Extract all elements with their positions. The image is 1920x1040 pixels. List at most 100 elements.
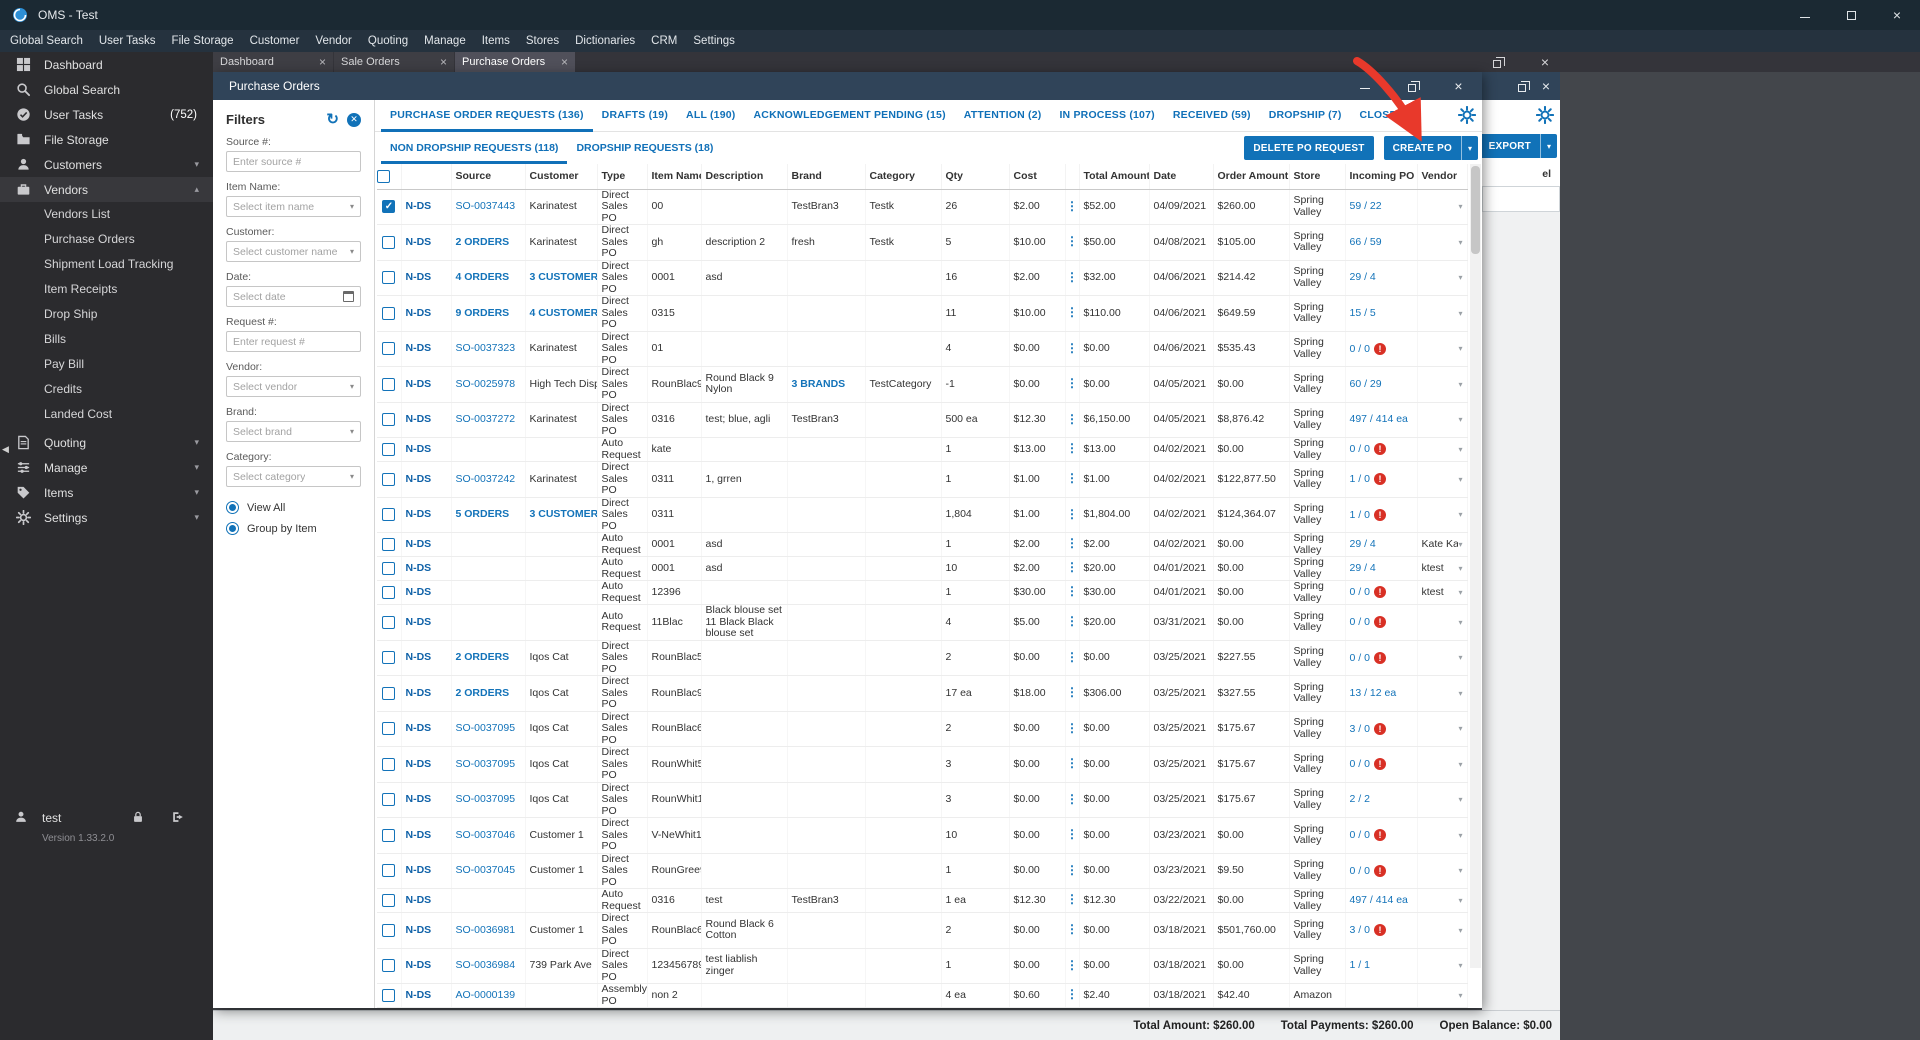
table-row[interactable]: N-DS SO-0037095 Iqos Cat Direct Sales PO Rou… bbox=[377, 746, 1468, 783]
row-checkbox[interactable] bbox=[382, 722, 396, 736]
sidebar-item-drop-ship[interactable]: Drop Ship bbox=[0, 302, 213, 327]
row-menu-icon[interactable]: ⋮ bbox=[1066, 199, 1078, 213]
vendor-select[interactable]: ▾ bbox=[1422, 617, 1462, 629]
vendor-select[interactable]: ▾ bbox=[1422, 201, 1462, 213]
cell-incoming[interactable]: 2 / 2 bbox=[1345, 782, 1418, 818]
cell-incoming[interactable]: 29 / 4 bbox=[1345, 532, 1418, 557]
cell-incoming[interactable]: 29 / 4 bbox=[1345, 556, 1418, 581]
table-row[interactable]: N-DS 5 ORDERS 3 CUSTOMERSDirect Sales PO03… bbox=[377, 497, 1468, 533]
table-row[interactable]: N-DS SO-0037095 Iqos Cat Direct Sales PO Rou… bbox=[377, 711, 1468, 747]
cell-dots[interactable]: ⋮ bbox=[1065, 461, 1080, 498]
row-menu-icon[interactable]: ⋮ bbox=[1066, 958, 1078, 972]
table-row[interactable]: N-DS 2 ORDERS Iqos Cat Direct Sales PO RounB… bbox=[377, 640, 1468, 676]
table-row[interactable]: N-DS Auto Request 12396 1 $30.00 ⋮ $30.00 04/01… bbox=[377, 580, 1468, 605]
cell-source[interactable]: SO-0037242 bbox=[451, 461, 526, 498]
row-menu-icon[interactable]: ⋮ bbox=[1066, 412, 1078, 426]
cell-vendor[interactable]: ▾ bbox=[1417, 948, 1468, 984]
sidebar-item-credits[interactable]: Credits bbox=[0, 377, 213, 402]
source-link[interactable]: SO-0025978 bbox=[456, 378, 516, 390]
cell-cb[interactable] bbox=[377, 746, 402, 783]
table-row[interactable]: N-DS SO-0037095 Iqos Cat Direct Sales PO Rou… bbox=[377, 782, 1468, 818]
cell-dots[interactable]: ⋮ bbox=[1065, 402, 1080, 438]
clear-filters-icon[interactable]: ✕ bbox=[347, 112, 361, 127]
row-checkbox[interactable] bbox=[382, 828, 396, 842]
incoming-po-link[interactable]: 0 / 0 bbox=[1350, 651, 1370, 664]
cell-incoming[interactable]: 0 / 0! bbox=[1345, 331, 1418, 367]
cell-vendor[interactable]: ▾ bbox=[1417, 497, 1468, 533]
window-maximize-button[interactable] bbox=[1388, 72, 1435, 100]
cell-cb[interactable] bbox=[377, 604, 402, 641]
delete-po-request-button[interactable]: DELETE PO REQUEST bbox=[1244, 136, 1374, 160]
sidebar-item-vendors-list[interactable]: Vendors List bbox=[0, 202, 213, 227]
incoming-po-link[interactable]: 2 / 2 bbox=[1350, 793, 1370, 805]
sidebar-item-purchase-orders[interactable]: Purchase Orders bbox=[0, 227, 213, 252]
row-menu-icon[interactable]: ⋮ bbox=[1066, 507, 1078, 521]
cell-vendor[interactable]: ▾ bbox=[1417, 817, 1468, 854]
cell-incoming[interactable]: 0 / 0! bbox=[1345, 817, 1418, 854]
cell-vendor[interactable]: ▾ bbox=[1417, 402, 1468, 438]
create-po-button[interactable]: CREATE PO ▾ bbox=[1383, 136, 1478, 160]
incoming-po-link[interactable]: 0 / 0 bbox=[1350, 864, 1370, 877]
source-link[interactable]: AO-0000139 bbox=[456, 989, 516, 1001]
vendor-select[interactable]: ▾ bbox=[1422, 895, 1462, 907]
source-link[interactable]: 2 ORDERS bbox=[456, 236, 510, 248]
incoming-po-link[interactable]: 0 / 0 bbox=[1350, 616, 1370, 628]
row-menu-icon[interactable]: ⋮ bbox=[1066, 584, 1078, 598]
app-close-button[interactable]: × bbox=[1874, 0, 1920, 30]
row-checkbox[interactable] bbox=[382, 271, 396, 285]
table-row[interactable]: N-DS 4 ORDERS 3 CUSTOMERSDirect Sales PO00… bbox=[377, 260, 1468, 296]
customer-link[interactable]: 3 CUSTOMERS bbox=[530, 508, 597, 520]
source-link[interactable]: 4 ORDERS bbox=[456, 271, 510, 283]
row-checkbox[interactable] bbox=[382, 989, 396, 1002]
table-row[interactable]: N-DS 2 ORDERS Karinatest Direct Sales PO gh d… bbox=[377, 224, 1468, 261]
filter-vendor-input[interactable]: Select vendor ▾ bbox=[226, 376, 361, 397]
row-menu-icon[interactable]: ⋮ bbox=[1066, 614, 1078, 628]
table-row[interactable]: N-DS Auto Request kate 1 $13.00 ⋮ $13.00 04/02/… bbox=[377, 437, 1468, 462]
menu-item-stores[interactable]: Stores bbox=[518, 30, 567, 52]
cell-customer[interactable]: 4 CUSTOMERS bbox=[525, 295, 598, 332]
cell-source[interactable]: SO-0037323 bbox=[451, 331, 526, 367]
cell-dots[interactable]: ⋮ bbox=[1065, 366, 1080, 403]
cell-customer[interactable]: 3 CUSTOMERS bbox=[525, 260, 598, 296]
table-row[interactable]: N-DSSO-0037443KarinatestDirect Sales PO0… bbox=[377, 189, 1468, 225]
vendor-select[interactable]: ▾ bbox=[1422, 272, 1462, 284]
row-checkbox[interactable] bbox=[382, 443, 396, 456]
cell-dots[interactable]: ⋮ bbox=[1065, 912, 1080, 949]
cell-source[interactable]: SO-0037095 bbox=[451, 746, 526, 783]
tab-drafts-19[interactable]: DRAFTS (19) bbox=[593, 109, 677, 132]
row-menu-icon[interactable]: ⋮ bbox=[1066, 376, 1078, 390]
source-link[interactable]: SO-0037095 bbox=[456, 722, 516, 734]
cell-dots[interactable]: ⋮ bbox=[1065, 817, 1080, 854]
incoming-po-link[interactable]: 1 / 1 bbox=[1350, 959, 1370, 971]
vendor-select[interactable]: ▾ bbox=[1422, 308, 1462, 320]
cell-source[interactable]: 4 ORDERS bbox=[451, 260, 526, 296]
sidebar-item-shipment-load-tracking[interactable]: Shipment Load Tracking bbox=[0, 252, 213, 277]
cell-incoming[interactable]: 29 / 4 bbox=[1345, 260, 1418, 296]
cell-cb[interactable] bbox=[377, 331, 402, 367]
incoming-po-link[interactable]: 3 / 0 bbox=[1350, 924, 1370, 936]
vendor-select[interactable]: ▾ bbox=[1422, 723, 1462, 735]
vendor-select[interactable]: ▾ bbox=[1422, 343, 1462, 355]
filter-customer-input[interactable]: Select customer name ▾ bbox=[226, 241, 361, 262]
row-menu-icon[interactable]: ⋮ bbox=[1066, 305, 1078, 319]
incoming-po-link[interactable]: 13 / 12 ea bbox=[1350, 687, 1397, 699]
sidebar-item-quoting[interactable]: Quoting ▾ bbox=[0, 430, 213, 455]
incoming-po-link[interactable]: 1 / 0 bbox=[1350, 473, 1370, 485]
source-link[interactable]: 9 ORDERS bbox=[456, 307, 510, 319]
incoming-po-link[interactable]: 0 / 0 bbox=[1350, 758, 1370, 770]
cell-incoming[interactable]: 59 / 22 bbox=[1345, 189, 1418, 225]
vendor-select[interactable]: Kate Ka ▾ bbox=[1422, 539, 1463, 551]
incoming-po-link[interactable]: 59 / 22 bbox=[1350, 200, 1382, 212]
row-checkbox[interactable] bbox=[382, 200, 396, 214]
cell-dots[interactable]: ⋮ bbox=[1065, 189, 1080, 225]
app-minimize-button[interactable] bbox=[1782, 0, 1828, 30]
cell-vendor[interactable]: ▾ bbox=[1417, 888, 1468, 913]
cell-source[interactable]: SO-0037046 bbox=[451, 817, 526, 854]
table-row[interactable]: N-DS Auto Request 11Blac Black blouse set 1… bbox=[377, 604, 1468, 641]
cell-vendor[interactable]: ▾ bbox=[1417, 189, 1468, 225]
cell-source[interactable]: 2 ORDERS bbox=[451, 675, 526, 712]
vendor-select[interactable]: ▾ bbox=[1422, 444, 1462, 456]
source-link[interactable]: SO-0037095 bbox=[456, 793, 516, 805]
cell-brand[interactable]: 3 BRANDS bbox=[787, 366, 866, 403]
cell-cb[interactable] bbox=[377, 948, 402, 984]
